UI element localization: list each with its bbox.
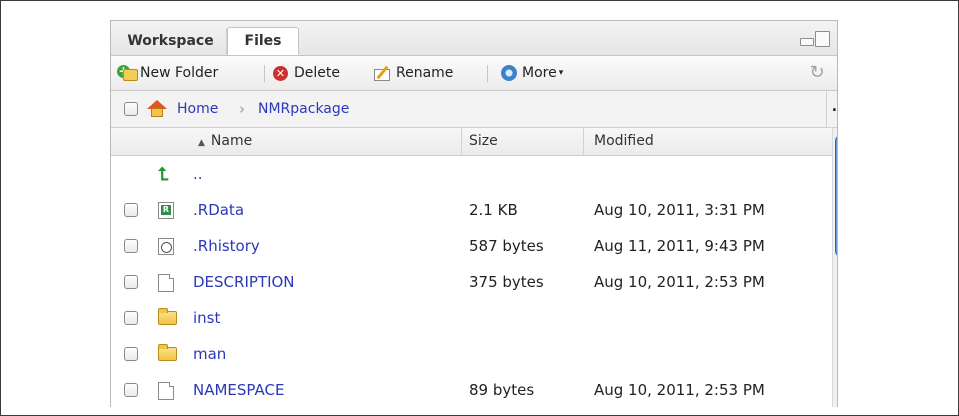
tab-workspace[interactable]: Workspace: [115, 28, 227, 55]
file-row[interactable]: DESCRIPTION 375 bytes Aug 10, 2011, 2:53…: [111, 264, 831, 300]
scroll-down-arrow-icon[interactable]: ▼: [837, 392, 838, 402]
chevron-down-icon: ▾: [558, 68, 564, 78]
vertical-scrollbar[interactable]: ▲ ▼: [832, 128, 838, 407]
files-pane: Workspace Files + New Folder ✕ Delete Re…: [110, 20, 838, 407]
file-checkbox[interactable]: [124, 275, 138, 289]
file-row[interactable]: man: [111, 336, 831, 372]
scroll-up-arrow-icon[interactable]: ▲: [837, 374, 838, 384]
new-folder-label: New Folder: [140, 65, 219, 81]
file-modified: Aug 10, 2011, 3:31 PM: [594, 201, 765, 219]
sort-ascending-icon: ▲: [198, 138, 205, 148]
column-divider: [461, 128, 462, 155]
rename-button[interactable]: Rename: [374, 56, 453, 90]
file-size: 375 bytes: [469, 273, 544, 291]
rename-label: Rename: [396, 65, 454, 81]
gear-icon: [501, 65, 517, 81]
go-to-directory-button[interactable]: …: [832, 91, 837, 127]
document-file-icon: [158, 274, 178, 292]
refresh-icon[interactable]: ↻: [808, 64, 826, 82]
breadcrumb-divider: [826, 91, 827, 127]
scrollbar-thumb[interactable]: [835, 135, 837, 257]
home-icon[interactable]: [147, 100, 167, 118]
file-name[interactable]: .Rhistory: [193, 228, 260, 264]
maximize-pane-button[interactable]: [815, 31, 830, 47]
tab-strip: Workspace Files: [111, 21, 837, 56]
files-toolbar: + New Folder ✕ Delete Rename More ▾ ↻: [111, 56, 837, 91]
file-checkbox[interactable]: [124, 383, 138, 397]
file-size: 2.1 KB: [469, 201, 518, 219]
file-row-parent[interactable]: ⮤ ..: [111, 156, 831, 192]
breadcrumb-separator: ›: [239, 100, 245, 118]
file-row[interactable]: .Rhistory 587 bytes Aug 11, 2011, 9:43 P…: [111, 228, 831, 264]
parent-folder-up-icon: ⮤: [158, 164, 169, 185]
delete-button[interactable]: ✕ Delete: [273, 56, 340, 90]
breadcrumb-home-link[interactable]: Home: [177, 91, 218, 127]
file-checkbox[interactable]: [124, 239, 138, 253]
folder-icon: [158, 308, 178, 327]
column-divider: [583, 128, 584, 155]
file-name[interactable]: ..: [193, 156, 203, 192]
file-name[interactable]: inst: [193, 300, 220, 336]
file-checkbox[interactable]: [124, 203, 138, 217]
delete-label: Delete: [294, 65, 340, 81]
name-column-label: Name: [210, 133, 253, 149]
rename-icon: [374, 65, 392, 81]
new-folder-icon: +: [117, 65, 138, 81]
file-row[interactable]: R .RData 2.1 KB Aug 10, 2011, 3:31 PM: [111, 192, 831, 228]
toolbar-divider: [264, 65, 265, 82]
file-list: ⮤ .. R .RData 2.1 KB Aug 10, 2011, 3:31 …: [111, 156, 837, 407]
file-modified: Aug 11, 2011, 9:43 PM: [594, 237, 765, 255]
folder-icon: [158, 344, 178, 363]
file-row[interactable]: NAMESPACE 89 bytes Aug 10, 2011, 2:53 PM: [111, 372, 831, 407]
file-checkbox[interactable]: [124, 311, 138, 325]
file-modified: Aug 10, 2011, 2:53 PM: [594, 381, 765, 399]
minimize-pane-button[interactable]: [800, 38, 814, 46]
modified-column-header[interactable]: Modified: [594, 128, 654, 155]
file-name[interactable]: .RData: [193, 192, 244, 228]
file-row[interactable]: inst: [111, 300, 831, 336]
file-list-header: ▲ Name Size Modified: [111, 128, 837, 156]
select-all-checkbox[interactable]: [124, 102, 138, 116]
tab-files[interactable]: Files: [227, 27, 299, 55]
more-menu-button[interactable]: More ▾: [501, 56, 563, 90]
file-name[interactable]: man: [193, 336, 226, 372]
document-file-icon: [158, 382, 178, 400]
rhistory-file-icon: [158, 238, 178, 255]
toolbar-divider: [487, 65, 488, 82]
breadcrumb-current[interactable]: NMRpackage: [258, 91, 349, 127]
file-name[interactable]: DESCRIPTION: [193, 264, 295, 300]
file-size: 587 bytes: [469, 237, 544, 255]
size-column-header[interactable]: Size: [469, 128, 498, 155]
file-name[interactable]: NAMESPACE: [193, 372, 284, 407]
name-column-header[interactable]: ▲ Name: [198, 128, 252, 155]
file-size: 89 bytes: [469, 381, 535, 399]
delete-icon: ✕: [273, 65, 288, 81]
file-modified: Aug 10, 2011, 2:53 PM: [594, 273, 765, 291]
rdata-file-icon: R: [158, 202, 178, 219]
new-folder-button[interactable]: + New Folder: [117, 56, 218, 90]
file-checkbox[interactable]: [124, 347, 138, 361]
breadcrumb: Home › NMRpackage …: [111, 91, 837, 128]
more-label: More: [522, 65, 557, 81]
